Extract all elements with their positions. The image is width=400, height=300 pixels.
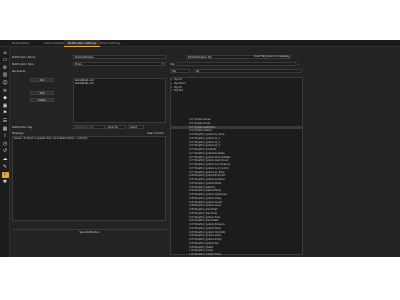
recipients-label: Recipients: [12, 70, 26, 73]
tag-id: 1101: [189, 253, 195, 255]
monitor-icon[interactable]: ▭: [2, 58, 9, 64]
message-textarea[interactable]: Sensor 'AI Temp' is greater than 'AI Amb…: [12, 136, 166, 221]
tree-row[interactable]: 1101 StopPLC_System.Timer: [170, 253, 302, 255]
gear-icon[interactable]: ⚙: [2, 65, 9, 71]
divider: [12, 229, 167, 230]
notification-name-label: Notification Name: [12, 56, 36, 59]
bell-icon[interactable]: ♪: [1, 171, 9, 178]
insert-button[interactable]: Insert: [128, 125, 144, 129]
clear-content-button[interactable]: Clear Content: [147, 132, 164, 135]
sort-select[interactable]: Alt: [194, 69, 302, 73]
message-label: Message: [12, 132, 24, 135]
insert-tag-field[interactable]: Notification Tag: [73, 125, 105, 129]
notification-type-select[interactable]: Email: [73, 62, 166, 66]
tab-notification-settings[interactable]: Notification Settings: [64, 40, 101, 47]
info-icon[interactable]: i: [2, 134, 9, 140]
edit-icon[interactable]: ✎: [2, 164, 9, 170]
delete-recipient-button[interactable]: Delete: [30, 98, 54, 102]
app-window: Notifications Active Notifications Notif…: [0, 40, 400, 257]
list-item[interactable]: test2@test.com: [74, 82, 165, 85]
notification-type-label: Notification Type: [12, 63, 34, 66]
chart-icon[interactable]: ▥: [2, 73, 9, 79]
clock-icon[interactable]: ◷: [2, 141, 9, 147]
tree-group[interactable]: ▾ Tag Null: [171, 89, 301, 93]
flag-icon[interactable]: ⚑: [2, 111, 9, 117]
image-icon[interactable]: ▣: [2, 103, 9, 109]
home-icon[interactable]: ⌂: [2, 50, 9, 56]
edit-recipient-button[interactable]: Edit: [30, 91, 54, 95]
stack-icon[interactable]: ≡: [2, 88, 9, 94]
notification-name-field[interactable]: Test Notification: [73, 55, 166, 59]
filter-select[interactable]: Tag: [170, 69, 190, 73]
tree-group-label: Tag Null: [174, 89, 184, 93]
search-input[interactable]: [178, 62, 296, 66]
chevron-down-icon: ▾: [162, 62, 164, 66]
message-text: Sensor 'AI Temp' is greater than 'AI Amb…: [14, 137, 88, 140]
tag-tree-groups: ▸ Tag Alt ▸ Tag Mixed ▸ Tag Alt ▾ Tag Null: [171, 78, 301, 93]
send-on-field[interactable]: Send On: [106, 125, 126, 129]
tab-notifications[interactable]: Notifications: [8, 40, 34, 47]
search-icon[interactable]: ⌕: [297, 62, 299, 66]
insert-tag-hint: Insert Tag value on message: [254, 55, 289, 58]
settings-icon[interactable]: ✱: [2, 179, 9, 185]
add-recipient-button[interactable]: Add: [30, 78, 54, 82]
recipients-list[interactable]: test1@test.com test2@test.com: [73, 78, 166, 123]
grid-icon[interactable]: ▦: [2, 126, 9, 132]
tag-name: StopPLC_System.Timer: [195, 253, 222, 255]
cloud-icon[interactable]: ☁: [2, 156, 9, 162]
tab-bar: Notifications Active Notifications Notif…: [0, 40, 400, 47]
tree-group-label: Tag Mixed: [174, 81, 186, 85]
tab-event-settings[interactable]: Event Settings: [96, 40, 124, 47]
tag-icon[interactable]: ◆: [2, 96, 9, 102]
search-label: Tag: [170, 63, 175, 66]
tree-group-label: Tag Alt: [174, 78, 182, 81]
list-icon[interactable]: ☰: [2, 118, 9, 124]
tag-tree: 1011 System.Pulse 1012 System.Pulse 1013 Syst…: [170, 118, 302, 255]
icon-rail: ⌂ ▭ ⚙ ▥ ☺ ≡ ◆ ▣ ⚑ ☰ ▦ i ◷ ↺ ☁ ✎ ♪ ✱: [0, 47, 10, 257]
history-icon[interactable]: ↺: [2, 149, 9, 155]
tree-group-label: Tag Alt: [174, 85, 182, 89]
notification-tag-label: Notification Tag: [12, 126, 33, 129]
people-icon[interactable]: ☺: [2, 80, 9, 86]
save-notification-button[interactable]: Save Notification: [12, 231, 167, 235]
